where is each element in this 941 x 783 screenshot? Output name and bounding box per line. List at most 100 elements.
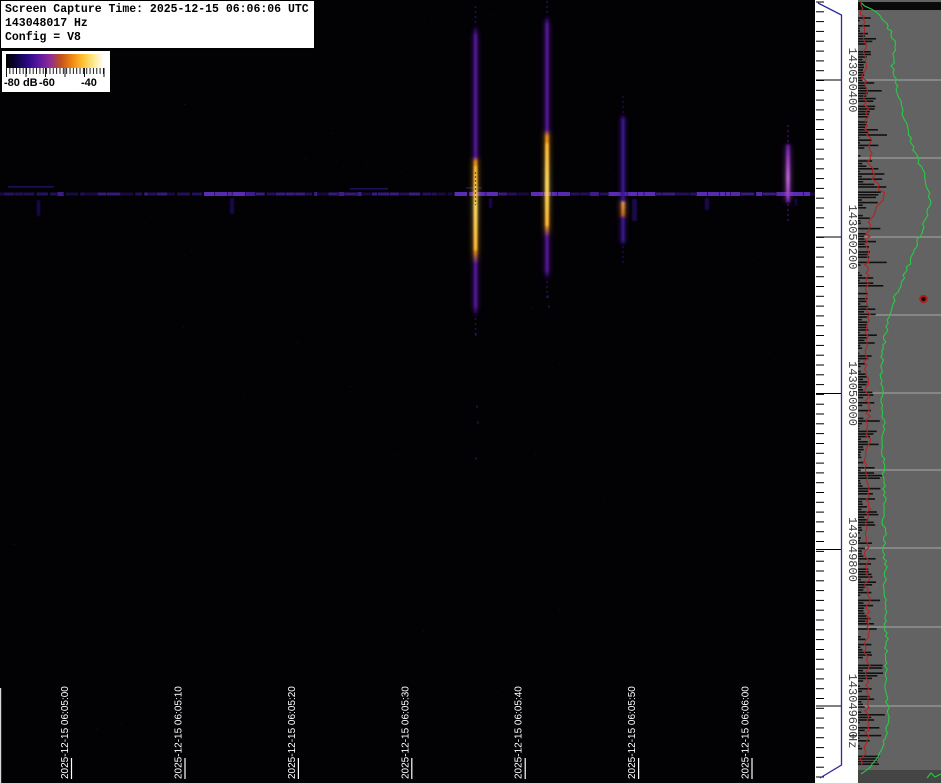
- band-segment: [227, 192, 232, 196]
- noise-bar: [858, 285, 884, 287]
- noise-speck: [679, 39, 681, 41]
- band-segment: [215, 192, 228, 196]
- noise-speck: [219, 537, 221, 539]
- noise-bar: [858, 370, 861, 373]
- noise-speck: [777, 445, 779, 447]
- band-segment: [338, 192, 345, 196]
- noise-speck: [260, 222, 262, 224]
- noise-bar: [858, 623, 874, 625]
- noise-bar: [858, 79, 863, 82]
- noise-bar: [858, 87, 867, 89]
- noise-bar: [858, 524, 876, 526]
- noise-bar: [858, 144, 879, 147]
- noise-speck: [230, 225, 233, 226]
- noise-bar: [858, 123, 867, 126]
- noise-speck: [338, 486, 340, 488]
- noise-speck: [514, 223, 516, 225]
- noise-bar: [858, 279, 860, 282]
- noise-speck: [183, 403, 185, 405]
- noise-speck: [449, 210, 451, 212]
- noise-speck: [112, 63, 114, 65]
- noise-speck: [349, 385, 352, 387]
- band-segment: [49, 192, 57, 196]
- noise-speck: [790, 226, 792, 228]
- noise-bar: [858, 386, 862, 388]
- noise-bar: [858, 560, 860, 563]
- noise-speck: [243, 396, 245, 398]
- noise-speck: [644, 602, 647, 604]
- band-segment: [275, 192, 285, 196]
- noise-speck: [109, 543, 111, 545]
- colorbar-ticks: [6, 68, 105, 77]
- noise-speck: [416, 299, 418, 301]
- noise-bar: [858, 747, 863, 750]
- band-segment: [97, 192, 107, 196]
- noise-speck: [486, 269, 488, 271]
- noise-bar: [858, 555, 864, 557]
- noise-speck: [553, 268, 554, 270]
- band-segment: [762, 192, 776, 196]
- band-segment: [740, 192, 755, 196]
- noise-bar: [858, 168, 879, 170]
- noise-bar: [858, 690, 862, 693]
- noise-bar: [858, 394, 874, 396]
- noise-speck: [488, 344, 490, 346]
- noise-bar: [858, 373, 867, 375]
- noise-speck: [390, 309, 392, 311]
- noise-speck: [496, 690, 499, 692]
- noise-speck: [609, 422, 611, 424]
- noise-bar: [858, 181, 864, 183]
- noise-speck: [715, 167, 717, 169]
- noise-speck: [523, 610, 524, 612]
- band-segment: [372, 192, 378, 196]
- band-segment: [36, 192, 48, 196]
- noise-speck: [420, 660, 422, 662]
- noise-speck: [315, 540, 316, 542]
- noise-speck: [334, 174, 336, 176]
- noise-bar: [858, 277, 874, 279]
- noise-speck: [205, 376, 207, 378]
- band-upper-dash: [8, 186, 54, 188]
- noise-bar: [858, 324, 867, 326]
- streak-bright-core: [546, 143, 548, 226]
- noise-speck: [182, 326, 185, 328]
- noise-speck: [305, 124, 307, 126]
- noise-speck: [591, 221, 593, 223]
- noise-speck: [737, 160, 739, 162]
- noise-speck: [400, 171, 402, 173]
- noise-bar: [858, 571, 869, 573]
- noise-bar: [858, 196, 876, 199]
- noise-speck: [461, 622, 463, 623]
- noise-speck: [497, 263, 499, 265]
- noise-bar: [858, 467, 875, 469]
- noise-bar: [858, 51, 871, 53]
- noise-bar: [858, 376, 868, 378]
- noise-speck: [461, 408, 463, 410]
- noise-speck: [194, 186, 195, 188]
- noise-speck: [667, 99, 669, 101]
- noise-bar: [858, 646, 861, 648]
- colorbar-label-max: -40: [81, 77, 97, 89]
- noise-bar: [858, 755, 880, 758]
- noise-speck: [445, 194, 447, 196]
- noise-bar: [858, 529, 863, 531]
- band-segment: [144, 192, 149, 196]
- noise-bar: [858, 378, 863, 381]
- band-segment: [177, 192, 190, 196]
- noise-speck: [477, 421, 479, 424]
- noise-bar: [858, 612, 865, 615]
- noise-speck: [762, 210, 764, 212]
- noise-speck: [58, 166, 60, 168]
- noise-bar: [858, 326, 868, 329]
- noise-speck: [161, 535, 163, 537]
- noise-speck: [167, 591, 169, 593]
- noise-speck: [691, 510, 693, 512]
- noise-speck: [307, 765, 309, 767]
- noise-bar: [858, 110, 870, 113]
- noise-speck: [456, 631, 458, 633]
- noise-bar: [858, 142, 860, 144]
- noise-bar: [858, 675, 878, 677]
- noise-speck: [525, 335, 528, 337]
- noise-speck: [267, 648, 270, 650]
- noise-speck: [34, 118, 37, 120]
